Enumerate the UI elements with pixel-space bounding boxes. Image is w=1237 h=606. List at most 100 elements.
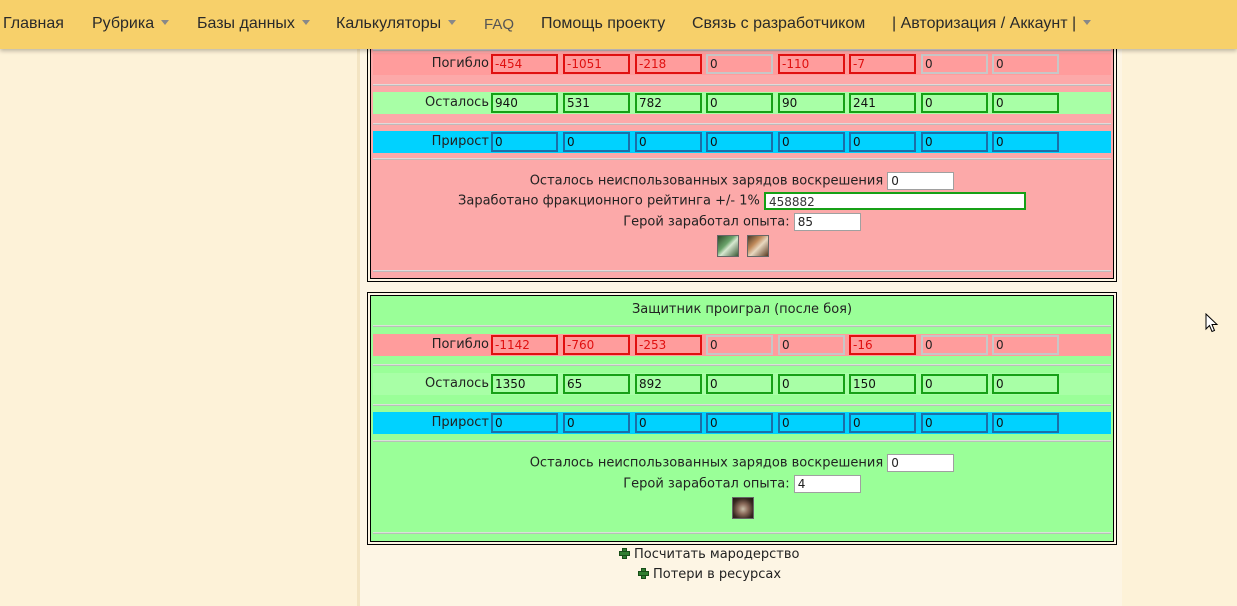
dead-input[interactable]: -16 [849, 335, 916, 355]
growth-input[interactable]: 0 [563, 413, 630, 433]
growth-input[interactable]: 0 [635, 132, 702, 152]
growth-input[interactable]: 0 [706, 132, 773, 152]
panel-title: Защитник проиграл (после боя) [631, 302, 853, 317]
alive-input[interactable]: 0 [778, 374, 845, 394]
growth-input[interactable]: 0 [491, 413, 558, 433]
experience-line: Герой заработал опыта: 85 [371, 213, 1113, 231]
alive-input[interactable]: 0 [706, 93, 773, 113]
experience-label: Герой заработал опыта: [623, 476, 790, 492]
rating-input[interactable]: 458882 [763, 192, 1026, 210]
chevron-down-icon [1083, 20, 1092, 26]
alive-input[interactable]: 0 [921, 93, 988, 113]
dead-input[interactable]: -1142 [491, 335, 558, 355]
growth-input[interactable]: 0 [563, 132, 630, 152]
dead-input[interactable]: -218 [635, 54, 702, 74]
dead-input[interactable]: 0 [921, 54, 988, 74]
dead-row: Погибло -454 -1051 -218 0 -110 -7 0 0 [373, 53, 1111, 75]
alive-input[interactable]: 0 [921, 374, 988, 394]
rating-label: Заработано фракционного рейтинга +/- 1% [458, 193, 760, 209]
nav-auth-account[interactable]: | Авторизация / Аккаунт | [892, 15, 1092, 33]
experience-input[interactable]: 4 [793, 475, 861, 493]
attacker-result-panel: Погибло -454 -1051 -218 0 -110 -7 0 0 Ос… [367, 20, 1117, 282]
growth-label: Прирост [431, 415, 489, 430]
dead-input[interactable]: -110 [778, 54, 845, 74]
resurrection-line: Осталось неиспользованных зарядов воскре… [371, 172, 1113, 190]
alive-label: Осталось [425, 95, 489, 110]
experience-input[interactable]: 85 [793, 213, 861, 231]
resource-losses-link-label: Потери в ресурсах [653, 567, 782, 582]
resurrection-label: Осталось неиспользованных зарядов воскре… [529, 455, 884, 471]
alive-row: Осталось 1350 65 892 0 0 150 0 0 [373, 373, 1111, 395]
resurrection-label: Осталось неиспользованных зарядов воскре… [529, 173, 884, 189]
dead-input[interactable]: 0 [992, 54, 1059, 74]
axe-skill-icon[interactable] [747, 235, 769, 257]
dead-input[interactable]: 0 [778, 335, 845, 355]
nav-faq[interactable]: FAQ [484, 16, 514, 33]
dead-input[interactable]: 0 [921, 335, 988, 355]
growth-input[interactable]: 0 [921, 413, 988, 433]
alive-input[interactable]: 1350 [491, 374, 558, 394]
alive-input[interactable]: 0 [706, 374, 773, 394]
growth-input[interactable]: 0 [778, 413, 845, 433]
creature-skill-icon[interactable] [732, 497, 754, 519]
growth-input[interactable]: 0 [992, 132, 1059, 152]
alive-input[interactable]: 90 [778, 93, 845, 113]
alive-input[interactable]: 940 [491, 93, 558, 113]
chevron-down-icon [301, 20, 310, 26]
dead-input[interactable]: -1051 [563, 54, 630, 74]
experience-label: Герой заработал опыта: [623, 214, 790, 230]
growth-row: Прирост 0 0 0 0 0 0 0 0 [373, 131, 1111, 153]
top-navbar: Главная Рубрика Базы данных Калькуляторы… [0, 0, 1237, 49]
growth-input[interactable]: 0 [778, 132, 845, 152]
dead-input[interactable]: 0 [992, 335, 1059, 355]
chevron-down-icon [161, 20, 170, 26]
alive-input[interactable]: 531 [563, 93, 630, 113]
dead-input[interactable]: -7 [849, 54, 916, 74]
alive-row: Осталось 940 531 782 0 90 241 0 0 [373, 92, 1111, 114]
marauding-link[interactable]: Посчитать мародерство [619, 547, 799, 562]
nav-contact-developer[interactable]: Связь с разработчиком [692, 15, 865, 33]
growth-input[interactable]: 0 [849, 132, 916, 152]
dead-input[interactable]: 0 [706, 54, 773, 74]
nav-home[interactable]: Главная [3, 15, 64, 33]
resurrection-line: Осталось неиспользованных зарядов воскре… [371, 454, 1113, 472]
alive-input[interactable]: 782 [635, 93, 702, 113]
chevron-down-icon [448, 20, 457, 26]
alive-input[interactable]: 241 [849, 93, 916, 113]
resource-losses-link[interactable]: Потери в ресурсах [638, 567, 781, 582]
dead-row: Погибло -1142 -760 -253 0 0 -16 0 0 [373, 334, 1111, 356]
alive-input[interactable]: 65 [563, 374, 630, 394]
dead-input[interactable]: -253 [635, 335, 702, 355]
nav-databases[interactable]: Базы данных [197, 15, 310, 33]
plus-icon [619, 548, 630, 559]
sword-skill-icon[interactable] [717, 235, 739, 257]
nav-calculators[interactable]: Калькуляторы [336, 15, 457, 33]
rating-line: Заработано фракционного рейтинга +/- 1% … [371, 192, 1113, 210]
alive-input[interactable]: 892 [635, 374, 702, 394]
resurrection-input[interactable]: 0 [887, 172, 955, 190]
growth-input[interactable]: 0 [992, 413, 1059, 433]
alive-input[interactable]: 150 [849, 374, 916, 394]
alive-input[interactable]: 0 [992, 374, 1059, 394]
marauding-link-label: Посчитать мародерство [634, 547, 800, 562]
dead-input[interactable]: -454 [491, 54, 558, 74]
left-column [0, 0, 360, 606]
growth-input[interactable]: 0 [921, 132, 988, 152]
resurrection-input[interactable]: 0 [887, 454, 955, 472]
experience-line: Герой заработал опыта: 4 [371, 475, 1113, 493]
nav-donate[interactable]: Помощь проекту [541, 15, 665, 33]
alive-input[interactable]: 0 [992, 93, 1059, 113]
nav-rubric[interactable]: Рубрика [92, 15, 170, 33]
dead-input[interactable]: -760 [563, 335, 630, 355]
growth-input[interactable]: 0 [706, 413, 773, 433]
dead-label: Погибло [431, 56, 489, 71]
growth-input[interactable]: 0 [849, 413, 916, 433]
growth-label: Прирост [431, 134, 489, 149]
plus-icon [638, 568, 649, 579]
dead-input[interactable]: 0 [706, 335, 773, 355]
alive-label: Осталось [425, 376, 489, 391]
growth-input[interactable]: 0 [635, 413, 702, 433]
growth-input[interactable]: 0 [491, 132, 558, 152]
dead-label: Погибло [431, 337, 489, 352]
growth-row: Прирост 0 0 0 0 0 0 0 0 [373, 412, 1111, 434]
